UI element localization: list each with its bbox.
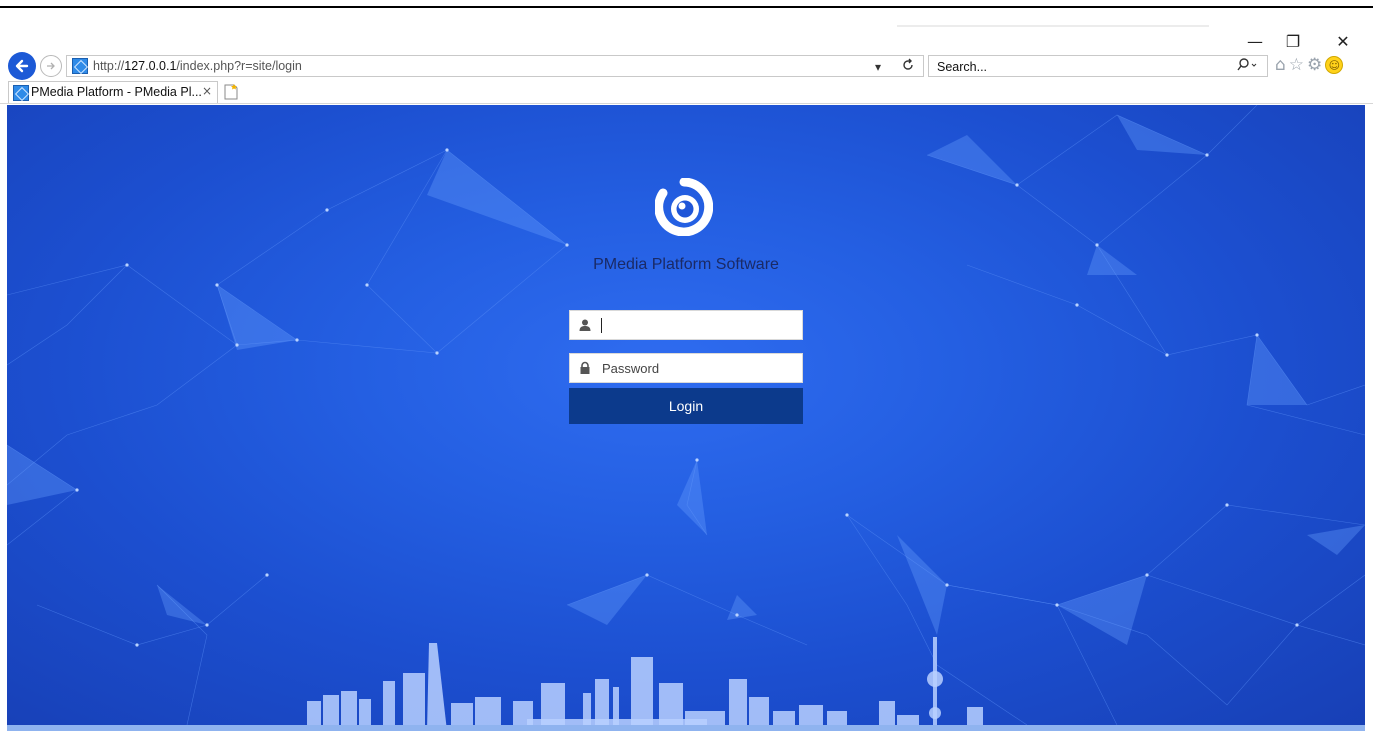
search-box[interactable] (928, 55, 1268, 77)
address-dropdown-icon[interactable]: ▾ (875, 60, 881, 74)
username-field[interactable] (569, 310, 803, 340)
forward-button[interactable] (40, 55, 62, 77)
star-icon[interactable]: ☆ (1289, 55, 1304, 75)
navigation-bar: http://127.0.0.1/index.php?r=site/login … (0, 52, 1373, 82)
pmedia-logo-icon (655, 178, 713, 236)
search-input[interactable] (935, 58, 1215, 75)
title-bar-area (897, 25, 1209, 27)
new-tab-button[interactable] (222, 83, 240, 101)
browser-tab[interactable]: PMedia Platform - PMedia Pl... × (8, 81, 218, 103)
site-favicon-icon (72, 58, 88, 74)
address-bar[interactable]: http://127.0.0.1/index.php?r=site/login … (66, 55, 924, 77)
browser-toolbar-icons: ⌂ ☆ ⚙ ☺ (1275, 55, 1344, 75)
tab-title: PMedia Platform - PMedia Pl... (31, 85, 202, 99)
tab-strip: PMedia Platform - PMedia Pl... × (0, 80, 1373, 104)
smiley-icon[interactable]: ☺ (1325, 56, 1344, 74)
login-page: PMedia Platform Software Login (7, 105, 1365, 731)
tab-close-icon[interactable]: × (202, 84, 212, 98)
new-tab-icon (224, 84, 238, 100)
minimize-button[interactable]: — (1243, 30, 1267, 52)
url-text: http://127.0.0.1/index.php?r=site/login (93, 59, 302, 73)
lock-icon (580, 361, 590, 374)
url-prefix: http:// (93, 59, 125, 73)
search-icon[interactable] (1237, 58, 1259, 75)
password-field[interactable] (569, 353, 803, 383)
page-bottom-bar (7, 725, 1365, 731)
password-input[interactable] (600, 359, 796, 378)
refresh-icon[interactable] (901, 58, 915, 75)
forward-arrow-icon (47, 62, 55, 70)
username-input[interactable] (600, 316, 796, 335)
app-title: PMedia Platform Software (593, 256, 779, 273)
tab-favicon-icon (13, 85, 29, 101)
back-arrow-icon (15, 59, 29, 73)
gear-icon[interactable]: ⚙ (1307, 55, 1322, 75)
url-host: 127.0.0.1 (124, 59, 177, 73)
url-path: /index.php?r=site/login (176, 59, 302, 73)
back-button[interactable] (8, 52, 36, 80)
login-button[interactable]: Login (569, 388, 803, 424)
city-skyline-illustration (307, 637, 983, 731)
restore-button[interactable]: ❐ (1281, 30, 1305, 52)
close-window-button[interactable]: ✕ (1331, 30, 1355, 52)
home-icon[interactable]: ⌂ (1275, 55, 1286, 75)
user-icon (579, 319, 591, 331)
window-top-border (0, 6, 1373, 8)
